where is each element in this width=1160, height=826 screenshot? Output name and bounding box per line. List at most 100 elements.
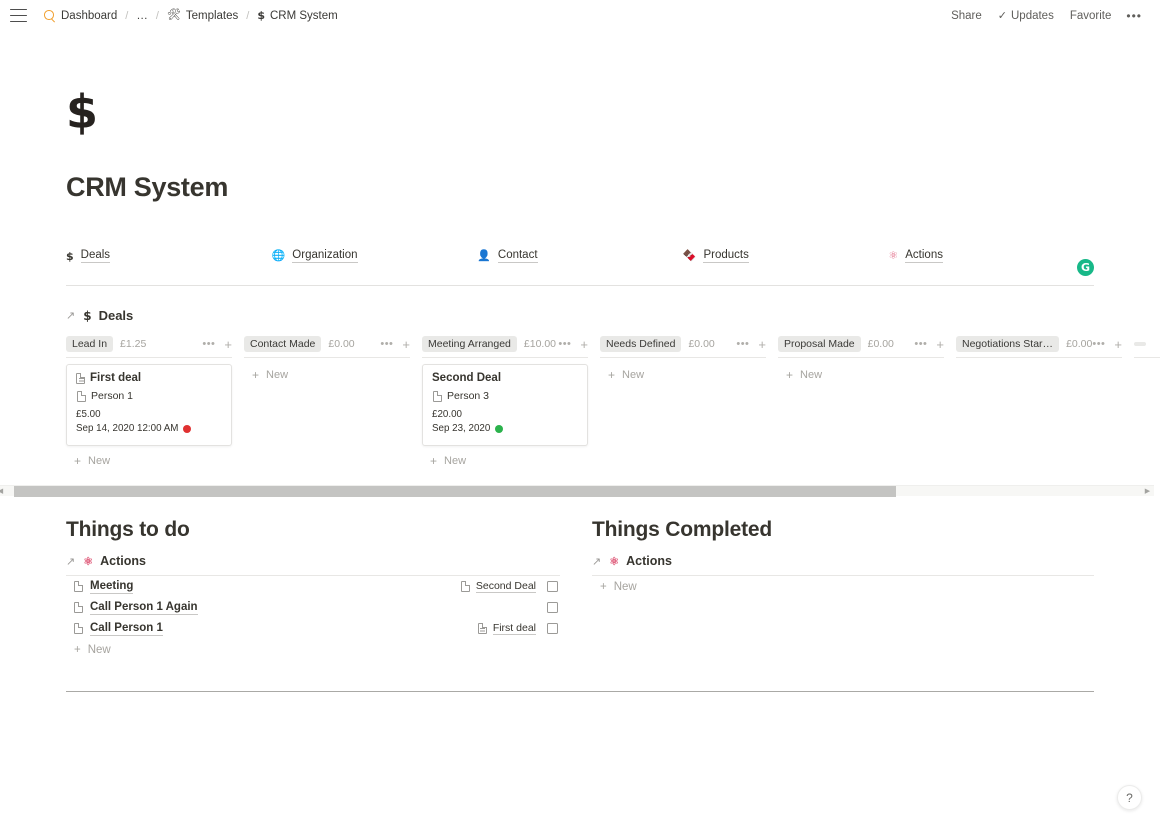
column-cards: + New [772,358,950,385]
item-title[interactable]: Call Person 1 Again [90,601,198,615]
plus-icon: + [430,454,438,469]
scroll-left-arrow[interactable]: ◀ [0,487,7,495]
help-button[interactable]: ? [1117,785,1142,810]
page-lined-icon [477,623,487,635]
done-checkbox[interactable] [547,581,558,593]
hamburger-menu-icon[interactable] [10,9,27,22]
column-add-icon[interactable]: + [402,338,410,351]
column-header: Needs Defined £0.00 ••• + [594,333,772,355]
card-title-row: Second Deal [432,372,578,384]
page-title[interactable]: CRM System [66,172,1094,203]
column-more-icon[interactable]: ••• [380,338,393,350]
kanban-card[interactable]: Second Deal Person 3 £20.00 Sep 23, 2020 [422,364,588,447]
plus-icon: + [786,368,794,382]
column-cards [950,358,1128,360]
column-new-card-button[interactable]: + New [600,360,766,385]
page-icon [460,581,470,593]
link-label: Products [703,249,749,263]
page-icon [74,602,83,614]
scrollbar-track[interactable] [7,485,1141,497]
kanban-column-clipped [1128,333,1160,471]
avatar[interactable]: G [1077,259,1094,276]
column-new-card-button[interactable]: + New [244,360,410,385]
link-actions[interactable]: ⚛ Actions [888,249,1094,263]
column-add-icon[interactable]: + [936,338,944,351]
column-more-icon[interactable]: ••• [558,338,571,350]
item-title[interactable]: Meeting [90,580,134,594]
column-more-icon[interactable]: ••• [1092,338,1105,350]
list-item[interactable]: Call Person 1 Again [66,597,560,618]
actions-list: + New [592,575,1094,597]
actions-database-title[interactable]: ↗ ⚛ Actions [592,554,1094,568]
share-label: Share [951,9,982,22]
scrollbar-thumb[interactable] [14,485,896,497]
breadcrumb-item-dashboard[interactable]: Dashboard [40,8,121,24]
page-icon [74,581,83,593]
breadcrumb-item-templates[interactable]: 🛠 Templates [163,8,242,24]
done-checkbox[interactable] [547,623,558,635]
plus-icon: + [74,643,81,656]
updates-button[interactable]: ✓ Updates [991,6,1061,25]
more-options-icon[interactable]: ••• [1120,6,1148,26]
search-icon [44,10,55,21]
updates-label: Updates [1011,9,1054,22]
link-contact[interactable]: 👤 Contact [477,249,683,263]
status-badge[interactable]: Contact Made [244,336,322,352]
add-new-row-button[interactable]: + New [592,576,1094,597]
page-icon [433,390,442,402]
column-more-icon[interactable]: ••• [914,338,927,350]
page-icon [74,623,83,635]
section-heading[interactable]: Things Completed [592,518,1094,542]
list-item[interactable]: Call Person 1 First deal [66,618,560,639]
relation-title[interactable]: First deal [492,622,536,636]
relation-title[interactable]: Second Deal [475,580,536,594]
horizontal-scrollbar[interactable]: ◀ ▶ [0,485,1154,497]
column-new-card-button[interactable]: + New [66,446,232,471]
status-badge[interactable]: Meeting Arranged [422,336,517,352]
link-products[interactable]: 🍫 Products [683,249,889,263]
breadcrumb-item-ellipsis[interactable]: … [132,8,152,24]
done-checkbox[interactable] [547,602,558,614]
page-emoji-icon[interactable]: $ [66,89,1094,135]
actions-database-title[interactable]: ↗ ⚛ Actions [66,554,560,568]
link-organization[interactable]: 🌐 Organization [272,249,478,263]
new-label: New [87,643,111,656]
status-badge[interactable]: Proposal Made [778,336,861,352]
link-deals[interactable]: $ Deals [66,249,272,263]
add-new-row-button[interactable]: + New [66,639,560,660]
card-date-row: Sep 14, 2020 12:00 AM [76,422,222,436]
status-badge[interactable]: Lead In [66,336,114,352]
status-badge[interactable]: Negotiations Started [956,336,1060,352]
scroll-right-arrow[interactable]: ▶ [1141,487,1154,495]
new-label: New [266,369,289,381]
column-add-icon[interactable]: + [758,338,766,351]
breadcrumb-label: Dashboard [61,9,118,22]
share-button[interactable]: Share [944,7,989,25]
column-add-icon[interactable]: + [580,338,588,351]
status-badge[interactable] [1134,342,1146,346]
kanban-card[interactable]: First deal Person 1 £5.00 Sep 14, 2020 1… [66,364,232,447]
column-new-card-button[interactable]: + New [422,446,588,471]
section-heading[interactable]: Things to do [66,518,560,542]
top-bar-actions: Share ✓ Updates Favorite ••• [944,6,1148,26]
breadcrumb-item-crm-system[interactable]: $ CRM System [253,8,341,24]
link-label: Organization [292,249,358,263]
new-label: New [800,369,823,381]
plus-icon: + [252,368,260,382]
favorite-label: Favorite [1069,9,1112,22]
column-more-icon[interactable]: ••• [736,338,749,350]
deals-database-title[interactable]: ↗ $ Deals [66,308,1094,323]
column-more-icon[interactable]: ••• [202,338,215,350]
column-add-icon[interactable]: + [224,338,232,351]
kanban-column-proposal-made: Proposal Made £0.00 ••• + + New [772,333,950,471]
list-item[interactable]: Meeting Second Deal [66,576,560,597]
favorite-button[interactable]: Favorite [1063,7,1119,25]
card-title-row: First deal [76,372,222,384]
item-title[interactable]: Call Person 1 [90,622,163,636]
status-badge[interactable]: Needs Defined [600,336,682,352]
tools-icon: 🛠 [166,9,181,21]
column-add-icon[interactable]: + [1114,338,1122,351]
breadcrumb-separator: / [246,9,250,22]
column-new-card-button[interactable]: + New [778,360,944,385]
open-link-icon: ↗ [66,555,76,568]
